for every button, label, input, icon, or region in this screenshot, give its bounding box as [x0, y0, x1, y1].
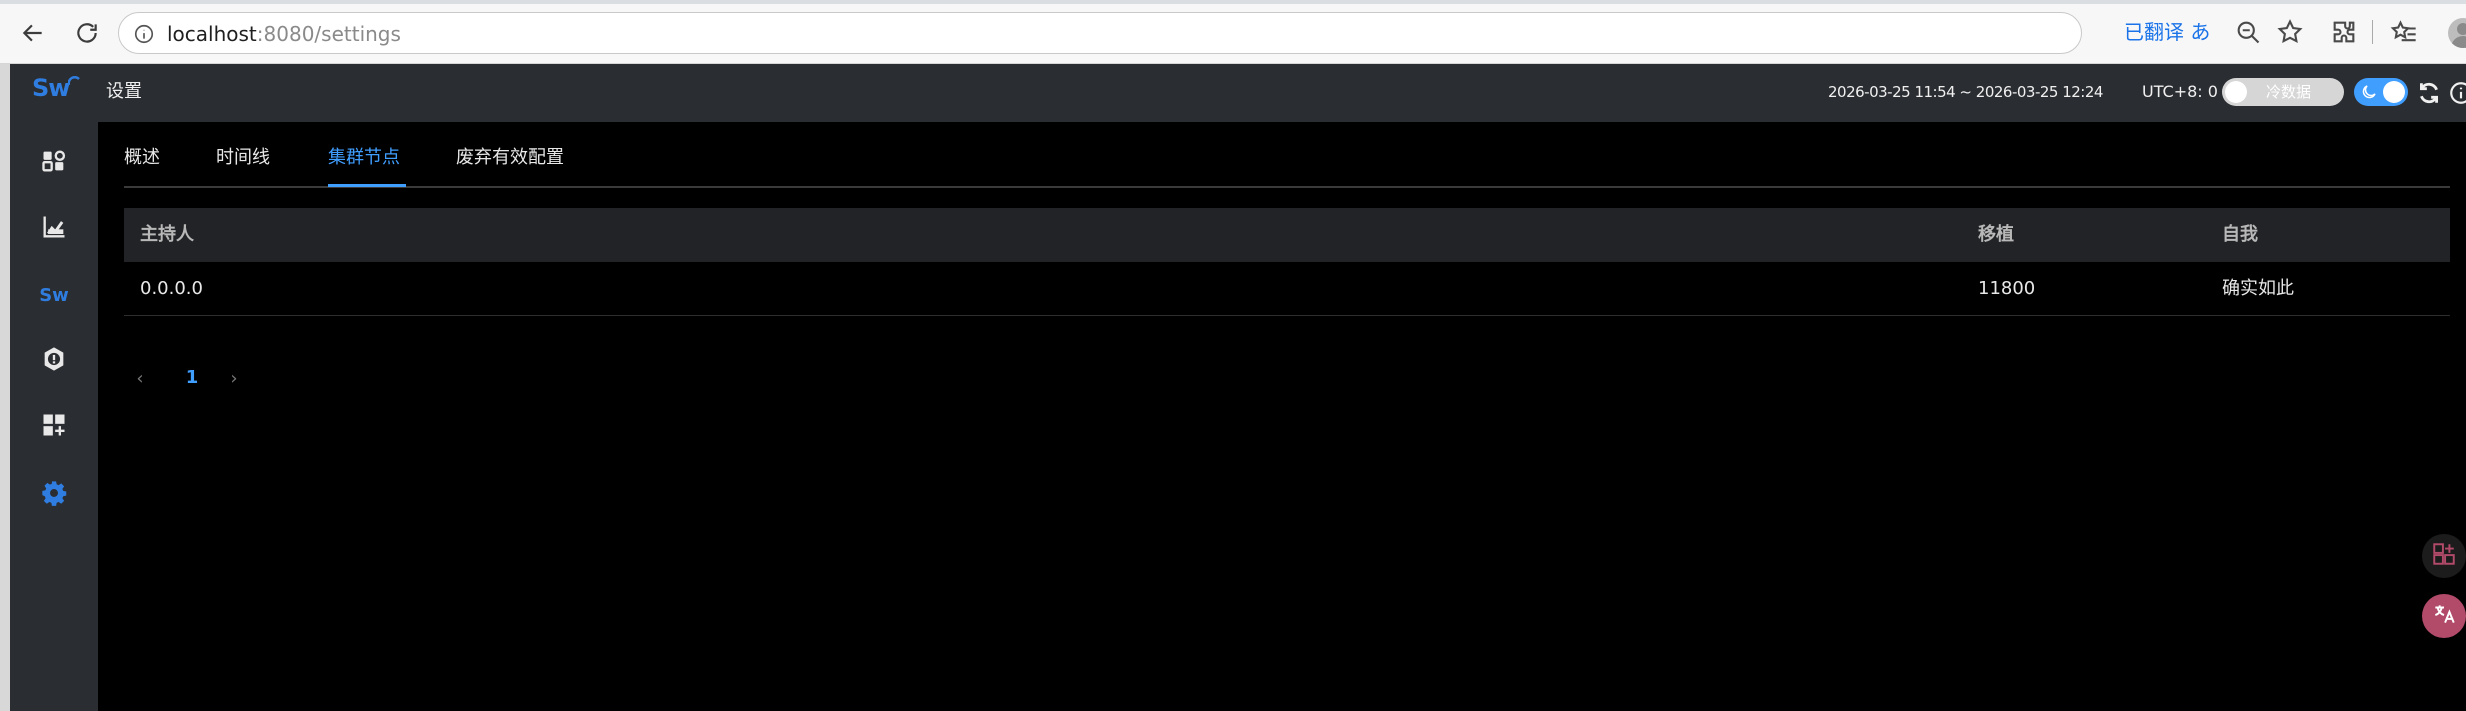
cell-self: 确实如此 [2222, 278, 2294, 299]
active-tab-indicator [328, 184, 406, 187]
cell-host: 0.0.0.0 [140, 278, 203, 299]
sidebar-item-skywalking[interactable]: Sw [10, 270, 98, 320]
translate-icon [2431, 601, 2457, 631]
main-content: 概述 时间线 集群节点 废弃有效配置 主持人 移植 自我 0.0.0.0 118… [124, 122, 2450, 711]
pagination: ‹ 1 › [124, 358, 324, 398]
page-number-current[interactable]: 1 [178, 364, 206, 392]
window-edge [0, 64, 10, 711]
toggle-knob [2225, 81, 2247, 103]
dark-mode-toggle[interactable] [2354, 78, 2408, 106]
cell-port: 11800 [1978, 278, 2036, 299]
add-widget-icon [2431, 541, 2457, 571]
dashboard-icon [40, 147, 68, 179]
avatar[interactable] [2448, 18, 2466, 48]
page-title: 设置 [106, 81, 142, 102]
url-host: localhost [167, 22, 257, 46]
translated-indicator[interactable]: 已翻译 あ [2124, 20, 2210, 44]
logo-text: Sw [32, 74, 70, 102]
add-widget-icon [40, 411, 68, 443]
table-header: 主持人 移植 自我 [124, 208, 2450, 262]
alert-shield-icon [40, 345, 68, 377]
translated-label: 已翻译 [2124, 20, 2191, 44]
top-bar: 设置 2026-03-25 11:54 ~ 2026-03-25 12:24 U… [98, 64, 2466, 122]
tab-cluster-nodes[interactable]: 集群节点 [328, 146, 400, 170]
timezone-setting[interactable]: UTC+8: 0 [2142, 81, 2218, 103]
time-range-picker[interactable]: 2026-03-25 11:54 ~ 2026-03-25 12:24 [1828, 82, 2103, 102]
sidebar-item-alerting[interactable] [10, 336, 98, 386]
skywalking-icon: Sw [39, 284, 69, 306]
tab-deprecated-configs[interactable]: 废弃有效配置 [456, 146, 564, 170]
tab-timeline[interactable]: 时间线 [216, 146, 270, 170]
floating-widget-button[interactable] [2422, 534, 2466, 578]
toolbar-divider [2372, 20, 2373, 44]
chart-icon [40, 213, 68, 245]
settings-gear-icon [40, 479, 68, 511]
info-icon[interactable] [133, 23, 155, 45]
utc-label: UTC+8: [2142, 82, 2203, 101]
column-header-self: 自我 [2222, 224, 2258, 245]
translate-icon: あ [2190, 20, 2211, 44]
favorites-icon[interactable] [2390, 18, 2418, 46]
zoom-out-icon[interactable] [2234, 18, 2262, 46]
column-header-host: 主持人 [140, 224, 194, 245]
extensions-icon[interactable] [2330, 18, 2358, 46]
cluster-nodes-table: 主持人 移植 自我 0.0.0.0 11800 确实如此 [124, 208, 2450, 316]
tab-overview[interactable]: 概述 [124, 146, 160, 170]
reload-icon[interactable] [70, 16, 104, 50]
moon-icon [2360, 83, 2378, 101]
utc-value: 0 [2207, 82, 2218, 101]
sidebar: Sw Sw [10, 64, 98, 711]
prev-page-button[interactable]: ‹ [126, 364, 154, 392]
info-circle-icon[interactable] [2448, 80, 2466, 106]
address-bar[interactable]: localhost:8080/settings [118, 12, 2082, 54]
back-arrow-icon[interactable] [16, 16, 50, 50]
cold-data-toggle[interactable]: 冷数据 [2222, 78, 2344, 106]
browser-toolbar: localhost:8080/settings 已翻译 あ [0, 0, 2466, 64]
sidebar-item-dashboard[interactable] [10, 138, 98, 188]
floating-translate-button[interactable] [2422, 594, 2466, 638]
logo-swoosh-icon [68, 76, 80, 86]
app-window: Sw Sw 设置 2026-03-25 11:54 ~ 2026-03-25 1… [0, 64, 2466, 711]
settings-tabs: 概述 时间线 集群节点 废弃有效配置 [124, 122, 2450, 188]
sidebar-item-marketplace[interactable] [10, 402, 98, 452]
star-icon[interactable] [2276, 18, 2304, 46]
cold-data-label: 冷数据 [2266, 83, 2312, 101]
url-path: :8080/settings [256, 22, 401, 46]
column-header-port: 移植 [1978, 224, 2014, 245]
logo[interactable]: Sw [32, 74, 82, 114]
sidebar-item-metrics[interactable] [10, 204, 98, 254]
next-page-button[interactable]: › [220, 364, 248, 392]
toggle-knob [2383, 81, 2405, 103]
tab-strip [0, 0, 2466, 4]
sidebar-item-settings[interactable] [10, 470, 98, 520]
url-text[interactable]: localhost:8080/settings [167, 22, 401, 46]
table-row[interactable]: 0.0.0.0 11800 确实如此 [124, 262, 2450, 316]
refresh-icon[interactable] [2416, 80, 2442, 106]
